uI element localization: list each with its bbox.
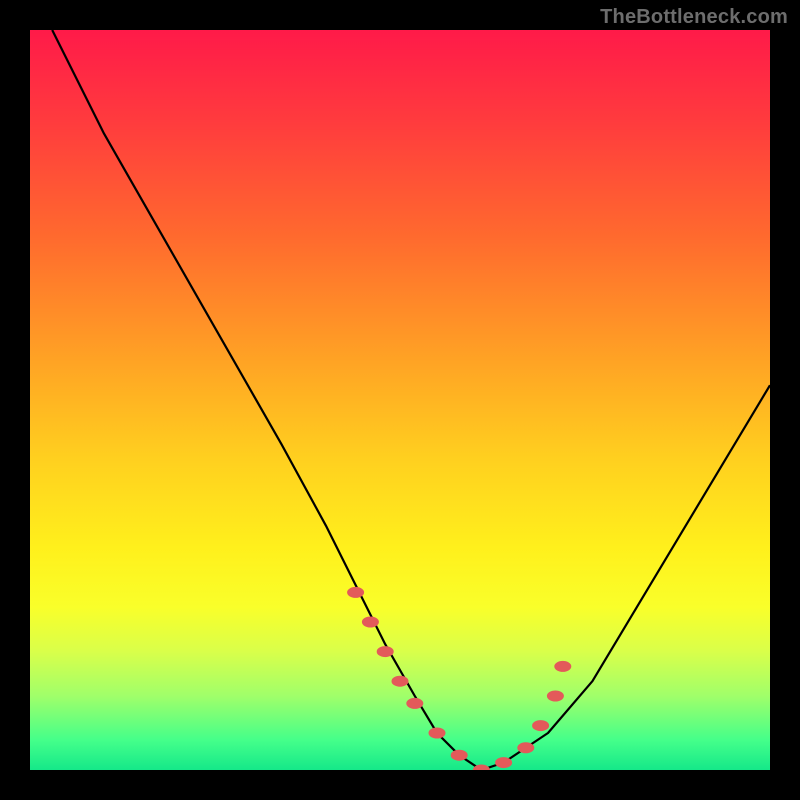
highlight-dot [518, 743, 534, 753]
highlight-dot [362, 617, 378, 627]
highlight-dot [547, 691, 563, 701]
highlight-dot [377, 647, 393, 657]
highlight-markers [348, 587, 571, 770]
highlight-dot [392, 676, 408, 686]
highlight-dot [451, 750, 467, 760]
highlight-dot [429, 728, 445, 738]
highlight-dot [533, 721, 549, 731]
chart-stage: TheBottleneck.com [0, 0, 800, 800]
bottleneck-curve [52, 30, 770, 770]
highlight-dot [496, 758, 512, 768]
highlight-dot [555, 661, 571, 671]
highlight-dot [348, 587, 364, 597]
highlight-dot [407, 698, 423, 708]
plot-area [30, 30, 770, 770]
curve-svg [30, 30, 770, 770]
watermark-text: TheBottleneck.com [600, 6, 788, 29]
